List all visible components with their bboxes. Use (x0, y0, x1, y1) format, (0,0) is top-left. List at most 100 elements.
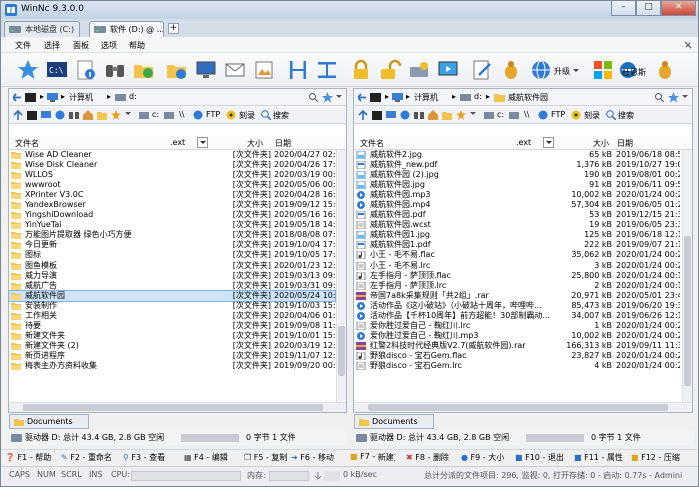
binoculars-icon[interactable] (69, 110, 79, 120)
bug-button-2[interactable] (652, 57, 678, 83)
file-row[interactable]: 工作相关 [次文件夹]2020/04/06 01:34 (9, 311, 336, 321)
file-row[interactable]: 威航软件园 [次文件夹]2020/05/24 10:31 (8, 289, 336, 302)
network-folder-button[interactable] (164, 57, 190, 83)
upgrade-label[interactable]: 升级 (554, 66, 570, 77)
col-name[interactable]: 文件名 (360, 138, 384, 149)
search-icon[interactable] (655, 93, 664, 102)
left-address-bar[interactable]: ▸ ▸ 计算机 ▸ d: (9, 89, 346, 106)
file-row[interactable]: 威航软件园.pdf 53 kB 2019/12/15 21:36 (354, 210, 681, 220)
info-icon[interactable] (400, 110, 410, 120)
command-prompt-button[interactable]: C:\ (44, 57, 70, 83)
file-row[interactable]: 野狼disco - 宝石Gem.lrc 4 kB 2020/01/24 00:27 (354, 361, 681, 371)
file-row[interactable]: 梅表主办方资料收集 [次文件夹]2019/09/20 00:59 (9, 361, 336, 371)
menu-select[interactable]: 选择 (44, 40, 60, 51)
search-link[interactable]: 搜索 (618, 110, 634, 121)
right-horizontal-scrollbar[interactable] (354, 402, 692, 412)
col-name[interactable]: 文件名 (15, 138, 39, 149)
f3-view-button[interactable]: ⚲ F3 - 查看 (123, 452, 165, 463)
terminal-icon[interactable] (25, 93, 36, 102)
file-row[interactable]: 爱你胜过爱自己 - 鞠红川.lrc 1 kB 2020/01/24 00:27 (354, 321, 681, 331)
minimize-button[interactable]: – (611, 1, 636, 16)
terminal-icon[interactable] (27, 111, 37, 120)
col-size[interactable]: 大小 (593, 138, 609, 149)
bug-report-button[interactable] (498, 57, 524, 83)
chevron-down-icon[interactable] (125, 112, 131, 116)
terminal-icon[interactable] (372, 111, 382, 120)
col-ext-dropdown[interactable] (197, 137, 208, 148)
file-row[interactable]: XPrinter V3.0C [次文件夹]2020/04/28 16:55 (9, 190, 336, 200)
file-row[interactable]: 野狼disco - 宝石Gem.flac 23,827 kB 2020/01/24 … (354, 351, 681, 361)
f9-size-button[interactable]: ● F9 - 大小 (461, 452, 504, 463)
breadcrumb-drive[interactable]: d: (129, 92, 137, 101)
monitor-icon[interactable] (386, 111, 396, 120)
file-row[interactable]: 威航软件园.jpg 91 kB 2019/06/11 09:57 (354, 180, 681, 190)
dusters-label[interactable]: 杜恩斯 (622, 67, 646, 78)
unlock-button[interactable] (377, 57, 403, 83)
split-horizontal-button[interactable] (314, 57, 340, 83)
screen-button[interactable] (435, 57, 461, 83)
file-row[interactable]: 威航广告 [次文件夹]2019/03/31 09:55 (9, 281, 336, 291)
search-link[interactable]: 搜索 (273, 110, 289, 121)
file-row[interactable]: 爱你胜过爱自己 - 鞠红川.mp3 10,002 kB 2020/01/24 00:… (354, 331, 681, 341)
up-arrow-icon[interactable] (13, 110, 23, 120)
windows-button[interactable] (590, 57, 616, 83)
globe-icon[interactable] (193, 110, 203, 120)
burn-link[interactable]: 刻录 (584, 110, 600, 121)
back-arrow-icon[interactable] (13, 93, 21, 102)
f4-edit-button[interactable]: ▦ F4 - 编辑 (184, 452, 228, 463)
file-row[interactable]: 左手指月 - 萨顶顶.flac 25,800 kB 2020/01/24 00:17 (354, 271, 681, 281)
encrypt-button[interactable] (406, 57, 432, 83)
computer-icon[interactable] (392, 93, 403, 102)
left-vertical-scrollbar[interactable] (336, 150, 346, 402)
edit-notes-button[interactable] (469, 57, 495, 83)
drive-c-link[interactable]: c: (497, 110, 504, 119)
col-ext[interactable]: .ext (516, 138, 531, 147)
star-icon[interactable] (111, 110, 121, 120)
computer-icon[interactable] (47, 93, 58, 102)
maximize-button[interactable]: □ (636, 1, 661, 16)
terminal-icon[interactable] (370, 93, 381, 102)
menu-panel[interactable]: 面板 (73, 40, 89, 51)
tab-local-disk-c[interactable]: 本地磁盘 (C:) (4, 21, 80, 37)
burn-link[interactable]: 刻录 (239, 110, 255, 121)
close-button[interactable]: ✕ (661, 1, 696, 16)
breadcrumb-computer[interactable]: 计算机 (414, 92, 438, 103)
f5-copy-button[interactable]: ❐ F5 - 复制 (244, 452, 287, 463)
chevron-down-icon[interactable] (336, 95, 342, 99)
search-icon[interactable] (606, 110, 616, 120)
menu-file[interactable]: 文件 (15, 40, 31, 51)
file-row[interactable]: 左手指月 - 萨顶顶.lrc 2 kB 2020/01/24 00:17 (354, 281, 681, 291)
file-row[interactable]: 待要 [次文件夹]2019/09/08 11:13 (9, 321, 336, 331)
monitor-icon[interactable] (41, 111, 51, 120)
file-row[interactable]: 红警2科技时代经典版V2.7(威航软件园).rar 166,313 kB 2019/… (354, 341, 681, 351)
col-ext[interactable]: .ext (170, 138, 185, 147)
upgrade-button[interactable] (528, 57, 554, 83)
file-row[interactable]: Wise AD Cleaner [次文件夹]2020/04/27 02:59 (9, 150, 336, 160)
left-panel[interactable]: ▸ ▸ 计算机 ▸ d: c: \\ FTP 刻录 搜索 文件名 .ext 大小… (8, 88, 347, 413)
file-row[interactable]: wwwroot [次文件夹]2020/05/06 00:53 (9, 180, 336, 190)
col-date[interactable]: 日期 (275, 138, 291, 149)
f10-exit-button[interactable]: ■ F10 - 退出 (515, 452, 564, 463)
computer-button[interactable] (193, 57, 219, 83)
drive-icon[interactable] (164, 111, 174, 120)
drive-icon[interactable] (509, 111, 519, 120)
binoculars-icon[interactable] (414, 110, 424, 120)
new-tab-button[interactable]: + (168, 23, 179, 34)
up-arrow-icon[interactable] (358, 110, 368, 120)
file-row[interactable]: 图鱼模板 [次文件夹]2020/01/23 12:10 (9, 261, 336, 271)
f12-compress-button[interactable]: ■ F12 - 压缩 (631, 452, 680, 463)
file-row[interactable]: 安装制作 [次文件夹]2019/10/03 15:12 (9, 301, 336, 311)
file-row[interactable]: 小王 - 毛不易.lrc 3 kB 2020/01/24 00:27 (354, 261, 681, 271)
file-row[interactable]: 图标 [次文件夹]2019/10/05 17:43 (9, 250, 336, 260)
right-panel[interactable]: ▸ ▸ 计算机 ▸ d: ▸ 威航软件园 c: \\ FTP 刻录 搜索 文件名… (353, 88, 693, 413)
home-icon[interactable] (428, 110, 438, 120)
file-row[interactable]: 小王 - 毛不易.flac 35,062 kB 2020/01/24 00:27 (354, 250, 681, 260)
folder-icon[interactable] (97, 110, 107, 120)
lock-button[interactable] (348, 57, 374, 83)
file-row[interactable]: 威航软件2.jpg 65 kB 2019/06/18 08:58 (354, 150, 681, 160)
email-button[interactable] (222, 57, 248, 83)
file-row[interactable]: 新建文件夹 (2) [次文件夹]2020/03/19 12:09 (9, 341, 336, 351)
menu-help[interactable]: 帮助 (129, 40, 145, 51)
file-row[interactable]: 今日更新 [次文件夹]2019/10/04 17:17 (9, 240, 336, 250)
split-vertical-button[interactable] (285, 57, 311, 83)
